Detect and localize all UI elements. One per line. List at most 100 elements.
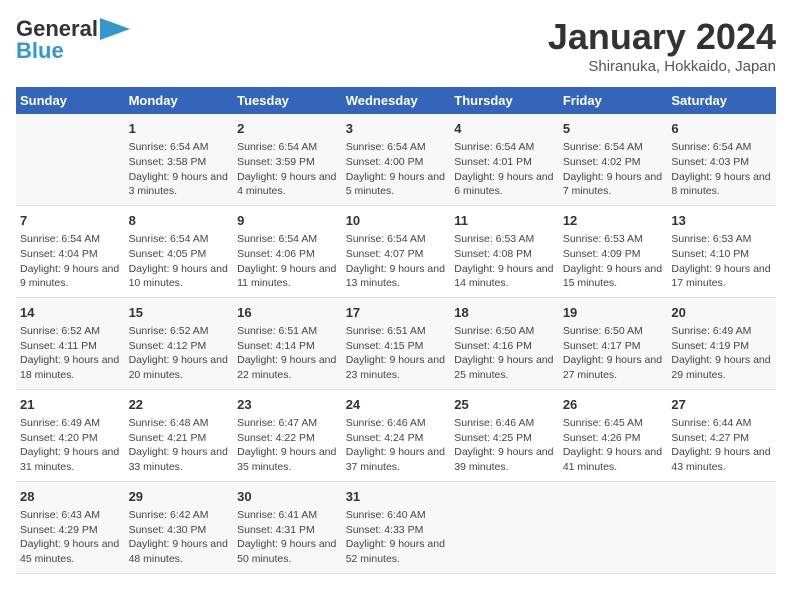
calendar-cell: 19Sunrise: 6:50 AMSunset: 4:17 PMDayligh… — [559, 297, 668, 389]
day-info: Sunrise: 6:51 AMSunset: 4:15 PMDaylight:… — [346, 324, 447, 383]
day-info: Sunrise: 6:41 AMSunset: 4:31 PMDaylight:… — [237, 508, 338, 567]
calendar-week-row: 28Sunrise: 6:43 AMSunset: 4:29 PMDayligh… — [16, 481, 776, 573]
calendar-table: Sunday Monday Tuesday Wednesday Thursday… — [16, 87, 776, 574]
day-number: 29 — [129, 488, 230, 506]
daylight-text: Daylight: 9 hours and 18 minutes. — [20, 353, 121, 382]
sunrise-text: Sunrise: 6:54 AM — [237, 232, 338, 247]
calendar-cell: 10Sunrise: 6:54 AMSunset: 4:07 PMDayligh… — [342, 205, 451, 297]
day-number: 1 — [129, 120, 230, 138]
daylight-text: Daylight: 9 hours and 14 minutes. — [454, 262, 555, 291]
sunrise-text: Sunrise: 6:54 AM — [20, 232, 121, 247]
daylight-text: Daylight: 9 hours and 43 minutes. — [671, 445, 772, 474]
sunrise-text: Sunrise: 6:54 AM — [237, 140, 338, 155]
day-info: Sunrise: 6:51 AMSunset: 4:14 PMDaylight:… — [237, 324, 338, 383]
day-number: 12 — [563, 212, 664, 230]
day-number: 30 — [237, 488, 338, 506]
daylight-text: Daylight: 9 hours and 7 minutes. — [563, 170, 664, 199]
sunset-text: Sunset: 4:27 PM — [671, 431, 772, 446]
day-number: 6 — [671, 120, 772, 138]
calendar-cell: 6 Sunrise: 6:54 AMSunset: 4:03 PMDaylight… — [667, 114, 776, 205]
col-friday: Friday — [559, 87, 668, 114]
day-info: Sunrise: 6:54 AMSunset: 4:02 PMDaylight:… — [563, 140, 664, 199]
calendar-cell: 4Sunrise: 6:54 AMSunset: 4:01 PMDaylight… — [450, 114, 559, 205]
calendar-cell: 15Sunrise: 6:52 AMSunset: 4:12 PMDayligh… — [125, 297, 234, 389]
sunset-text: Sunset: 3:58 PM — [129, 155, 230, 170]
sunrise-text: Sunrise: 6:40 AM — [346, 508, 447, 523]
calendar-cell: 20Sunrise: 6:49 AMSunset: 4:19 PMDayligh… — [667, 297, 776, 389]
sunrise-text: Sunrise: 6:54 AM — [346, 232, 447, 247]
calendar-cell: 21Sunrise: 6:49 AMSunset: 4:20 PMDayligh… — [16, 389, 125, 481]
day-info: Sunrise: 6:45 AMSunset: 4:26 PMDaylight:… — [563, 416, 664, 475]
sunrise-text: Sunrise: 6:54 AM — [346, 140, 447, 155]
sunset-text: Sunset: 4:01 PM — [454, 155, 555, 170]
calendar-cell: 17Sunrise: 6:51 AMSunset: 4:15 PMDayligh… — [342, 297, 451, 389]
calendar-week-row: 14Sunrise: 6:52 AMSunset: 4:11 PMDayligh… — [16, 297, 776, 389]
day-number: 19 — [563, 304, 664, 322]
day-info: Sunrise: 6:54 AMSunset: 4:00 PMDaylight:… — [346, 140, 447, 199]
calendar-cell: 31Sunrise: 6:40 AMSunset: 4:33 PMDayligh… — [342, 481, 451, 573]
day-info: Sunrise: 6:53 AMSunset: 4:08 PMDaylight:… — [454, 232, 555, 291]
day-number: 26 — [563, 396, 664, 414]
day-info: Sunrise: 6:54 AMSunset: 4:07 PMDaylight:… — [346, 232, 447, 291]
day-number: 15 — [129, 304, 230, 322]
day-number: 23 — [237, 396, 338, 414]
sunrise-text: Sunrise: 6:41 AM — [237, 508, 338, 523]
calendar-cell: 18Sunrise: 6:50 AMSunset: 4:16 PMDayligh… — [450, 297, 559, 389]
daylight-text: Daylight: 9 hours and 17 minutes. — [671, 262, 772, 291]
day-info: Sunrise: 6:53 AMSunset: 4:10 PMDaylight:… — [671, 232, 772, 291]
sunrise-text: Sunrise: 6:53 AM — [671, 232, 772, 247]
day-number: 8 — [129, 212, 230, 230]
day-info: Sunrise: 6:47 AMSunset: 4:22 PMDaylight:… — [237, 416, 338, 475]
page-header: General Blue January 2024 Shiranuka, Hok… — [16, 16, 776, 75]
sunrise-text: Sunrise: 6:45 AM — [563, 416, 664, 431]
day-number: 24 — [346, 396, 447, 414]
daylight-text: Daylight: 9 hours and 27 minutes. — [563, 353, 664, 382]
calendar-cell: 8Sunrise: 6:54 AMSunset: 4:05 PMDaylight… — [125, 205, 234, 297]
day-info: Sunrise: 6:49 AMSunset: 4:20 PMDaylight:… — [20, 416, 121, 475]
sunset-text: Sunset: 4:04 PM — [20, 247, 121, 262]
calendar-cell: 16Sunrise: 6:51 AMSunset: 4:14 PMDayligh… — [233, 297, 342, 389]
sunset-text: Sunset: 4:25 PM — [454, 431, 555, 446]
daylight-text: Daylight: 9 hours and 45 minutes. — [20, 537, 121, 566]
sunrise-text: Sunrise: 6:46 AM — [346, 416, 447, 431]
calendar-week-row: 7Sunrise: 6:54 AMSunset: 4:04 PMDaylight… — [16, 205, 776, 297]
daylight-text: Daylight: 9 hours and 9 minutes. — [20, 262, 121, 291]
day-number: 3 — [346, 120, 447, 138]
sunrise-text: Sunrise: 6:51 AM — [346, 324, 447, 339]
sunset-text: Sunset: 4:02 PM — [563, 155, 664, 170]
daylight-text: Daylight: 9 hours and 23 minutes. — [346, 353, 447, 382]
day-info: Sunrise: 6:54 AMSunset: 4:03 PMDaylight:… — [671, 140, 772, 199]
calendar-cell: 7Sunrise: 6:54 AMSunset: 4:04 PMDaylight… — [16, 205, 125, 297]
day-number: 2 — [237, 120, 338, 138]
logo: General Blue — [16, 16, 130, 64]
sunrise-text: Sunrise: 6:43 AM — [20, 508, 121, 523]
daylight-text: Daylight: 9 hours and 5 minutes. — [346, 170, 447, 199]
daylight-text: Daylight: 9 hours and 15 minutes. — [563, 262, 664, 291]
day-info: Sunrise: 6:43 AMSunset: 4:29 PMDaylight:… — [20, 508, 121, 567]
sunset-text: Sunset: 4:33 PM — [346, 523, 447, 538]
sunset-text: Sunset: 4:11 PM — [20, 339, 121, 354]
sunset-text: Sunset: 4:00 PM — [346, 155, 447, 170]
col-saturday: Saturday — [667, 87, 776, 114]
day-number: 4 — [454, 120, 555, 138]
title-area: January 2024 Shiranuka, Hokkaido, Japan — [548, 16, 776, 75]
col-sunday: Sunday — [16, 87, 125, 114]
sunrise-text: Sunrise: 6:52 AM — [20, 324, 121, 339]
calendar-cell: 22Sunrise: 6:48 AMSunset: 4:21 PMDayligh… — [125, 389, 234, 481]
sunset-text: Sunset: 4:29 PM — [20, 523, 121, 538]
col-thursday: Thursday — [450, 87, 559, 114]
sunset-text: Sunset: 4:21 PM — [129, 431, 230, 446]
daylight-text: Daylight: 9 hours and 50 minutes. — [237, 537, 338, 566]
sunrise-text: Sunrise: 6:53 AM — [563, 232, 664, 247]
calendar-cell: 23 Sunrise: 6:47 AMSunset: 4:22 PMDayligh… — [233, 389, 342, 481]
day-number: 28 — [20, 488, 121, 506]
calendar-header-row: Sunday Monday Tuesday Wednesday Thursday… — [16, 87, 776, 114]
sunset-text: Sunset: 4:12 PM — [129, 339, 230, 354]
daylight-text: Daylight: 9 hours and 33 minutes. — [129, 445, 230, 474]
calendar-cell: 29Sunrise: 6:42 AMSunset: 4:30 PMDayligh… — [125, 481, 234, 573]
sunset-text: Sunset: 4:19 PM — [671, 339, 772, 354]
calendar-cell: 1Sunrise: 6:54 AMSunset: 3:58 PMDaylight… — [125, 114, 234, 205]
calendar-cell: 25Sunrise: 6:46 AMSunset: 4:25 PMDayligh… — [450, 389, 559, 481]
sunrise-text: Sunrise: 6:44 AM — [671, 416, 772, 431]
sunrise-text: Sunrise: 6:54 AM — [563, 140, 664, 155]
